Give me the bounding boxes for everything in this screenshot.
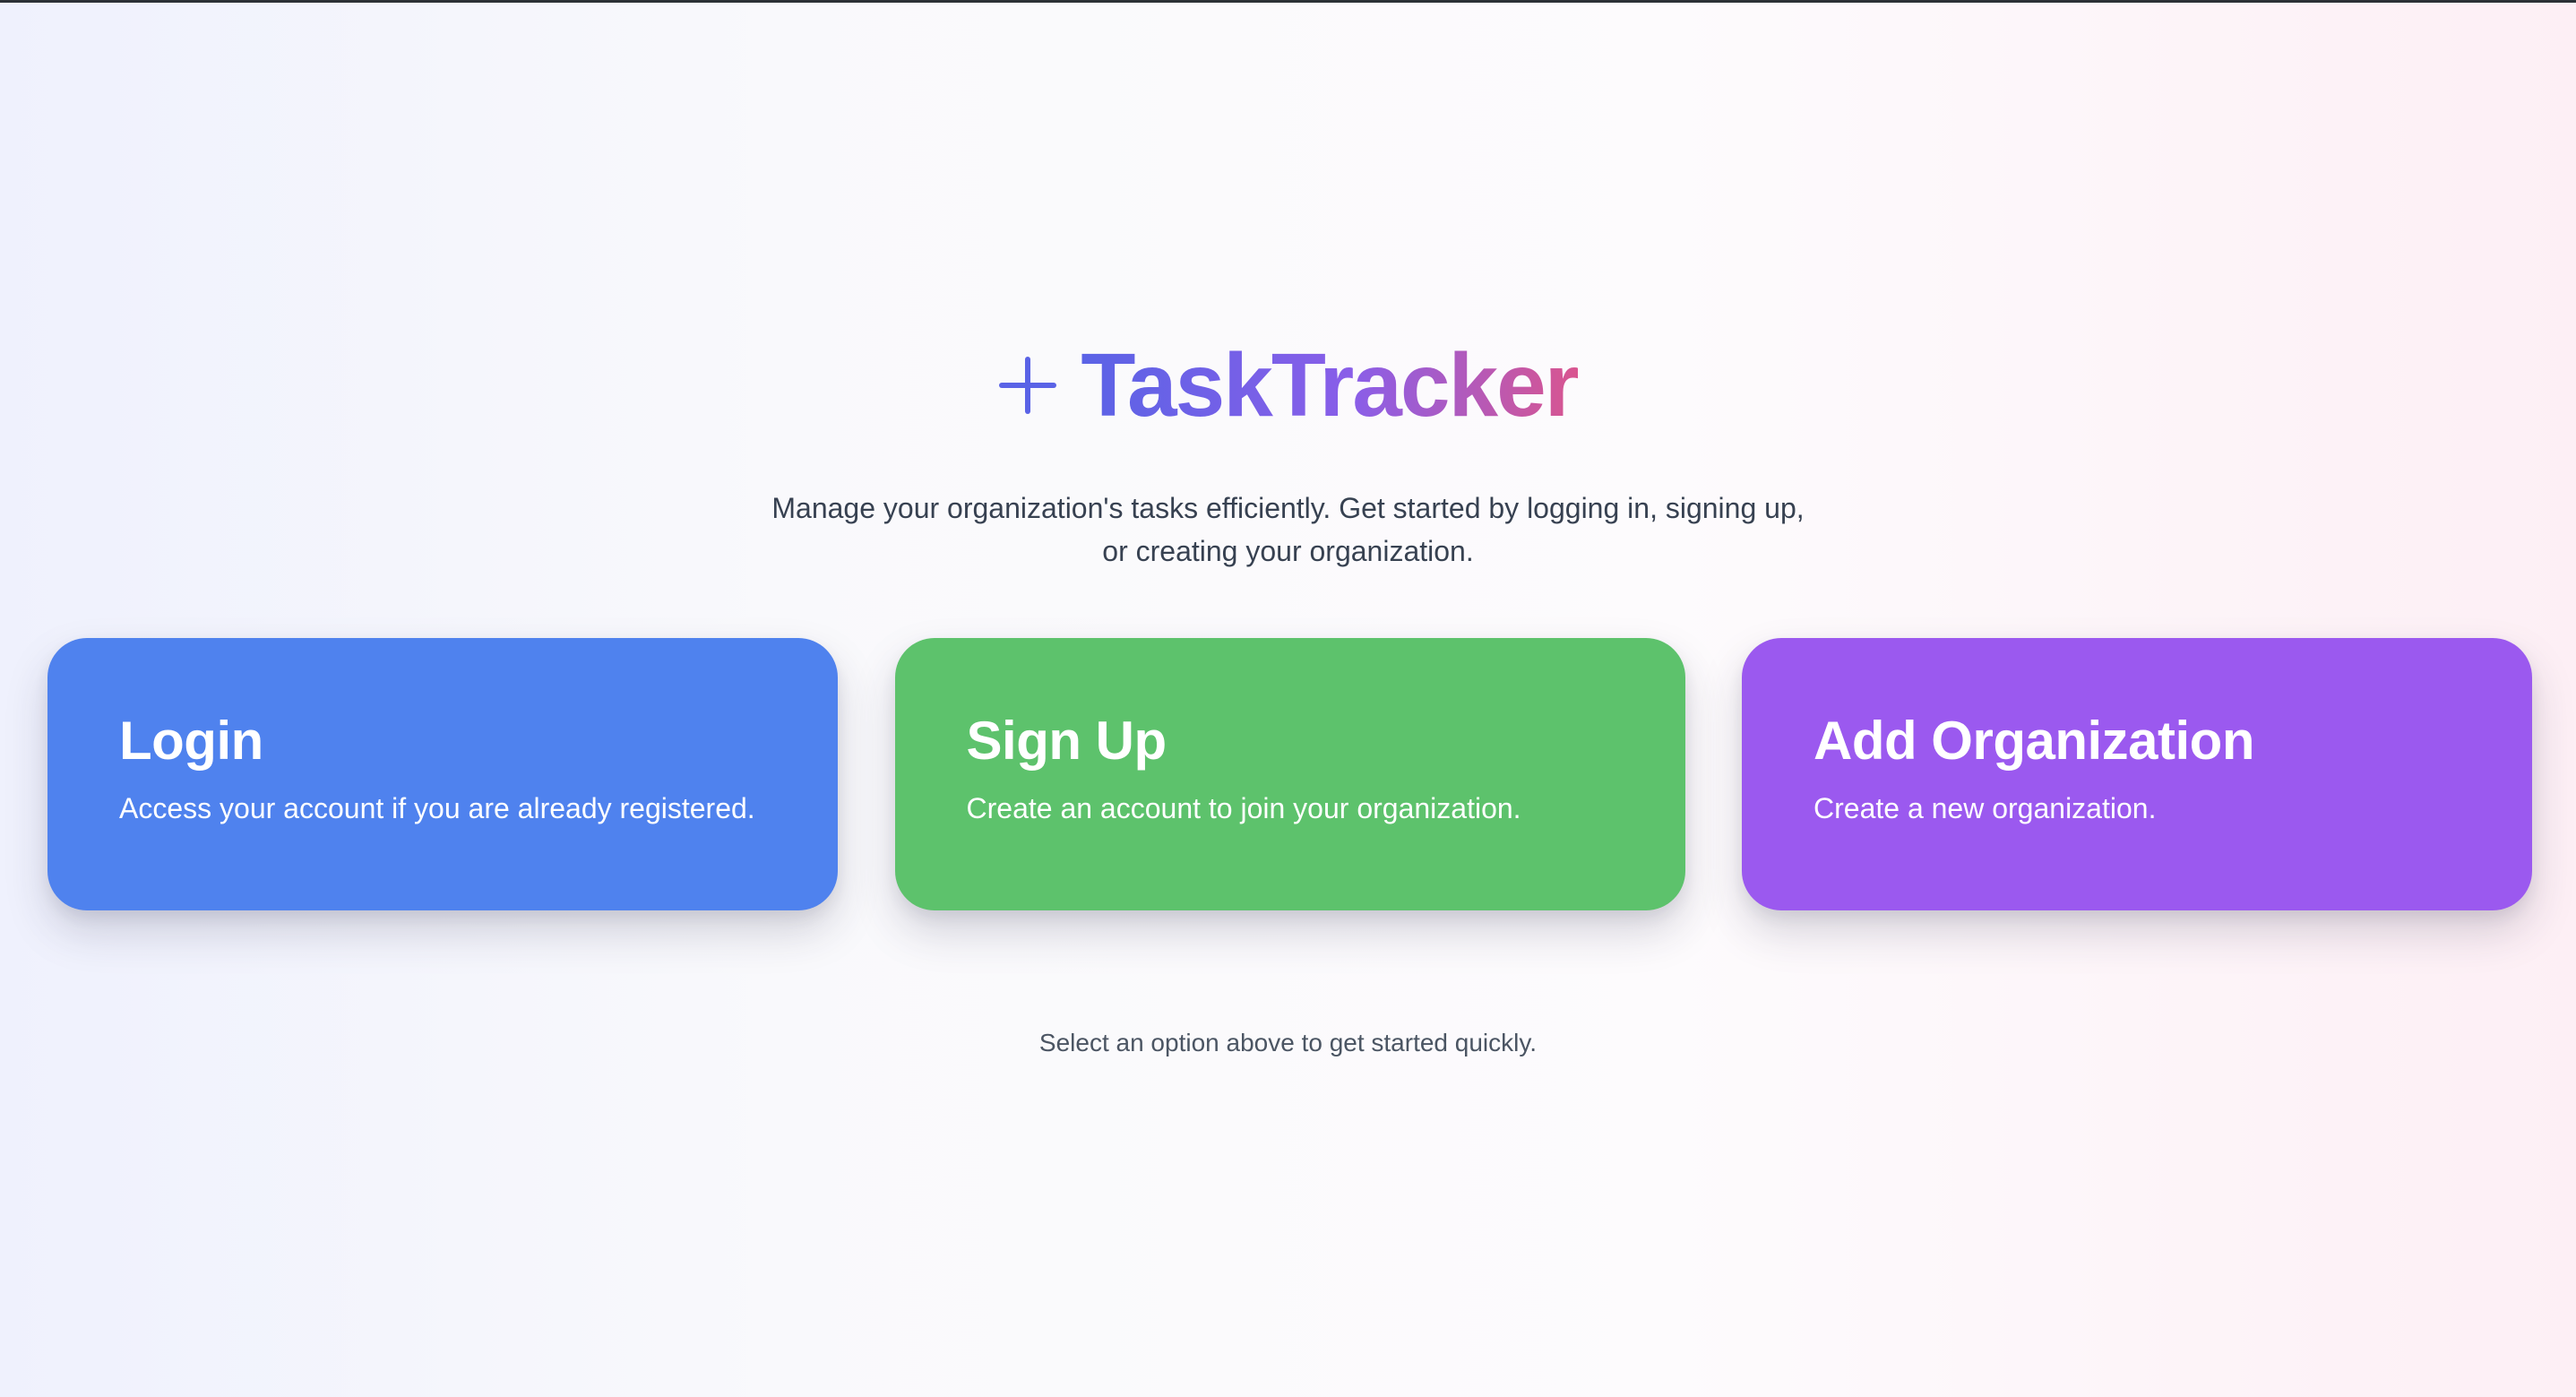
footer-hint: Select an option above to get started qu… bbox=[1038, 1029, 1538, 1056]
hero-section: TaskTracker Manage your organization's t… bbox=[0, 327, 2576, 573]
login-card[interactable]: Login Access your account if you are alr… bbox=[47, 638, 838, 910]
add-organization-card-description: Create a new organization. bbox=[1814, 792, 2157, 824]
app-title: TaskTracker bbox=[1081, 327, 1579, 444]
add-organization-card-title: Add Organization bbox=[1814, 711, 2254, 771]
login-card-title: Login bbox=[119, 711, 263, 771]
signup-card[interactable]: Sign Up Create an account to join your o… bbox=[894, 638, 1685, 910]
hero-subtitle: Manage your organization's tasks efficie… bbox=[771, 492, 1805, 567]
plus-icon bbox=[998, 356, 1057, 415]
signup-card-description: Create an account to join your organizat… bbox=[966, 792, 1521, 824]
top-border bbox=[0, 0, 2576, 3]
action-cards: Login Access your account if you are alr… bbox=[47, 638, 2532, 910]
brand-logo: TaskTracker bbox=[998, 327, 1580, 444]
add-organization-card[interactable]: Add Organization Create a new organizati… bbox=[1742, 638, 2532, 910]
login-card-description: Access your account if you are already r… bbox=[119, 792, 755, 824]
signup-card-title: Sign Up bbox=[966, 711, 1167, 771]
